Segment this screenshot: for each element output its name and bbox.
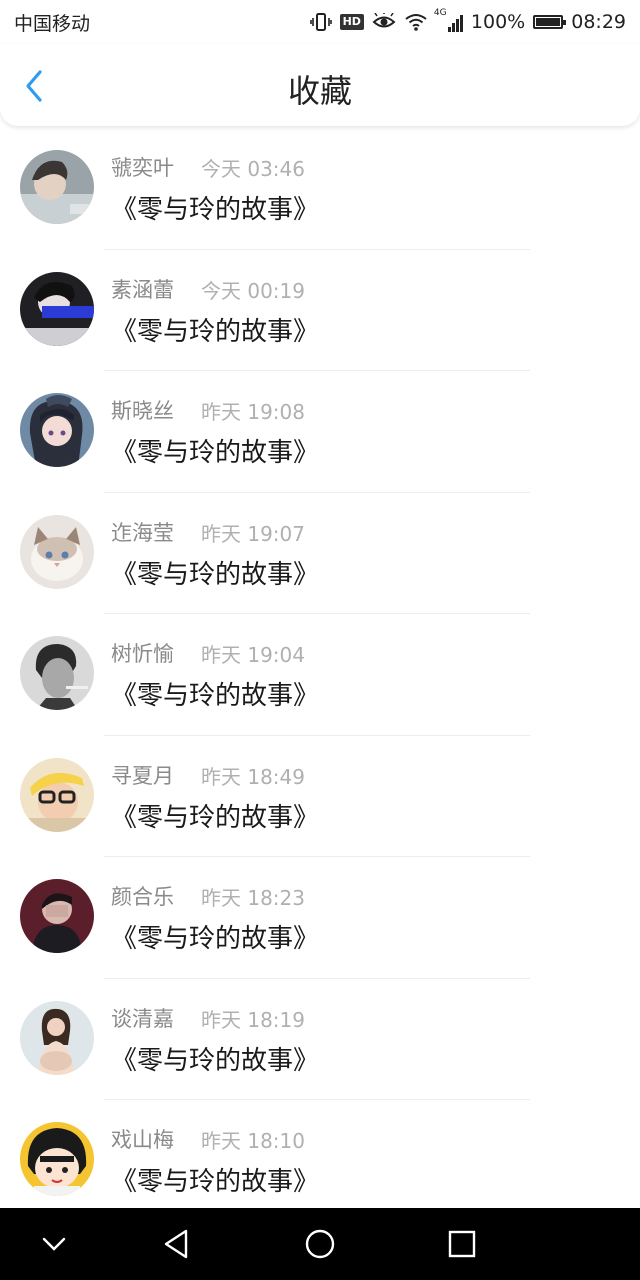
story-title[interactable]: 《零与玲的故事》 bbox=[111, 675, 319, 712]
timestamp: 昨天 18:19 bbox=[201, 1007, 305, 1032]
user-name: 寻夏月 bbox=[111, 763, 174, 788]
back-nav-button[interactable] bbox=[160, 1226, 196, 1262]
user-name: 颜合乐 bbox=[111, 885, 174, 909]
collapse-button[interactable] bbox=[36, 1226, 72, 1262]
timestamp: 昨天 19:07 bbox=[201, 521, 305, 546]
user-name: 素涵蕾 bbox=[111, 277, 174, 302]
status-icons: HD 4G 100% 08:29 bbox=[309, 8, 626, 33]
list-item[interactable]: 寻夏月 昨天 18:49 《零与玲的故事》 bbox=[0, 736, 640, 857]
status-bar: 中国移动 HD 4G 100% 08:29 bbox=[0, 0, 640, 44]
story-title[interactable]: 《零与玲的故事》 bbox=[111, 432, 319, 469]
avatar bbox=[20, 271, 94, 346]
story-title[interactable]: 《零与玲的故事》 bbox=[111, 918, 319, 955]
avatar bbox=[20, 636, 94, 710]
story-title[interactable]: 《零与玲的故事》 bbox=[111, 1161, 319, 1198]
timestamp: 昨天 19:08 bbox=[201, 400, 305, 424]
list-item[interactable]: 戏山梅 昨天 18:10 《零与玲的故事》 bbox=[0, 1100, 640, 1222]
user-name: 迮海莹 bbox=[111, 520, 174, 545]
timestamp: 昨天 18:10 bbox=[201, 1129, 305, 1153]
list-item[interactable]: 素涵蕾 今天 00:19 《零与玲的故事》 bbox=[0, 250, 640, 371]
avatar bbox=[20, 1000, 94, 1075]
signal-icon: 4G bbox=[434, 8, 463, 32]
clock: 08:29 bbox=[571, 11, 626, 33]
avatar bbox=[20, 1122, 94, 1196]
user-name: 虢奕叶 bbox=[111, 156, 174, 180]
home-circle-icon bbox=[305, 1229, 335, 1259]
list-item[interactable]: 虢奕叶 今天 03:46 《零与玲的故事》 bbox=[0, 128, 640, 250]
avatar bbox=[20, 757, 94, 832]
timestamp: 昨天 18:49 bbox=[201, 764, 305, 789]
list-item[interactable]: 树忻愉 昨天 19:04 《零与玲的故事》 bbox=[0, 614, 640, 736]
story-title[interactable]: 《零与玲的故事》 bbox=[111, 189, 319, 226]
hd-icon: HD bbox=[339, 14, 364, 30]
favorites-list: 虢奕叶 今天 03:46 《零与玲的故事》 素涵蕾 今天 00:19 《零与玲的… bbox=[0, 128, 640, 1222]
recents-square-icon bbox=[448, 1230, 476, 1258]
battery-percent: 100% bbox=[470, 11, 526, 33]
recents-button[interactable] bbox=[444, 1226, 480, 1262]
user-name: 戏山梅 bbox=[111, 1128, 174, 1152]
avatar bbox=[20, 879, 94, 953]
wifi-icon bbox=[405, 14, 427, 31]
user-name: 谈清嘉 bbox=[111, 1006, 174, 1031]
list-item[interactable]: 迮海莹 昨天 19:07 《零与玲的故事》 bbox=[0, 493, 640, 614]
story-title[interactable]: 《零与玲的故事》 bbox=[111, 797, 319, 834]
timestamp: 昨天 18:23 bbox=[201, 886, 305, 910]
story-title[interactable]: 《零与玲的故事》 bbox=[111, 311, 319, 348]
app-header: 收藏 bbox=[0, 44, 640, 126]
page-title: 收藏 bbox=[287, 72, 352, 110]
home-button[interactable] bbox=[302, 1226, 338, 1262]
collapse-icon bbox=[42, 1237, 66, 1251]
vibrate-icon bbox=[309, 13, 332, 31]
network-type-label: 4G bbox=[433, 8, 447, 18]
story-title[interactable]: 《零与玲的故事》 bbox=[111, 1040, 319, 1077]
carrier-label: 中国移动 bbox=[14, 12, 91, 35]
list-item[interactable]: 谈清嘉 昨天 18:19 《零与玲的故事》 bbox=[0, 979, 640, 1100]
eye-comfort-icon bbox=[372, 13, 396, 28]
system-nav-bar bbox=[0, 1208, 640, 1280]
story-title[interactable]: 《零与玲的故事》 bbox=[111, 554, 319, 591]
timestamp: 今天 03:46 bbox=[201, 157, 305, 181]
avatar bbox=[20, 514, 94, 589]
avatar bbox=[20, 393, 94, 467]
avatar bbox=[20, 150, 94, 224]
battery-icon bbox=[533, 15, 567, 29]
list-item[interactable]: 斯晓丝 昨天 19:08 《零与玲的故事》 bbox=[0, 371, 640, 493]
back-triangle-icon bbox=[164, 1229, 188, 1259]
list-item[interactable]: 颜合乐 昨天 18:23 《零与玲的故事》 bbox=[0, 857, 640, 979]
timestamp: 今天 00:19 bbox=[201, 278, 305, 303]
user-name: 树忻愉 bbox=[111, 642, 174, 666]
user-name: 斯晓丝 bbox=[111, 399, 174, 423]
timestamp: 昨天 19:04 bbox=[201, 643, 305, 667]
